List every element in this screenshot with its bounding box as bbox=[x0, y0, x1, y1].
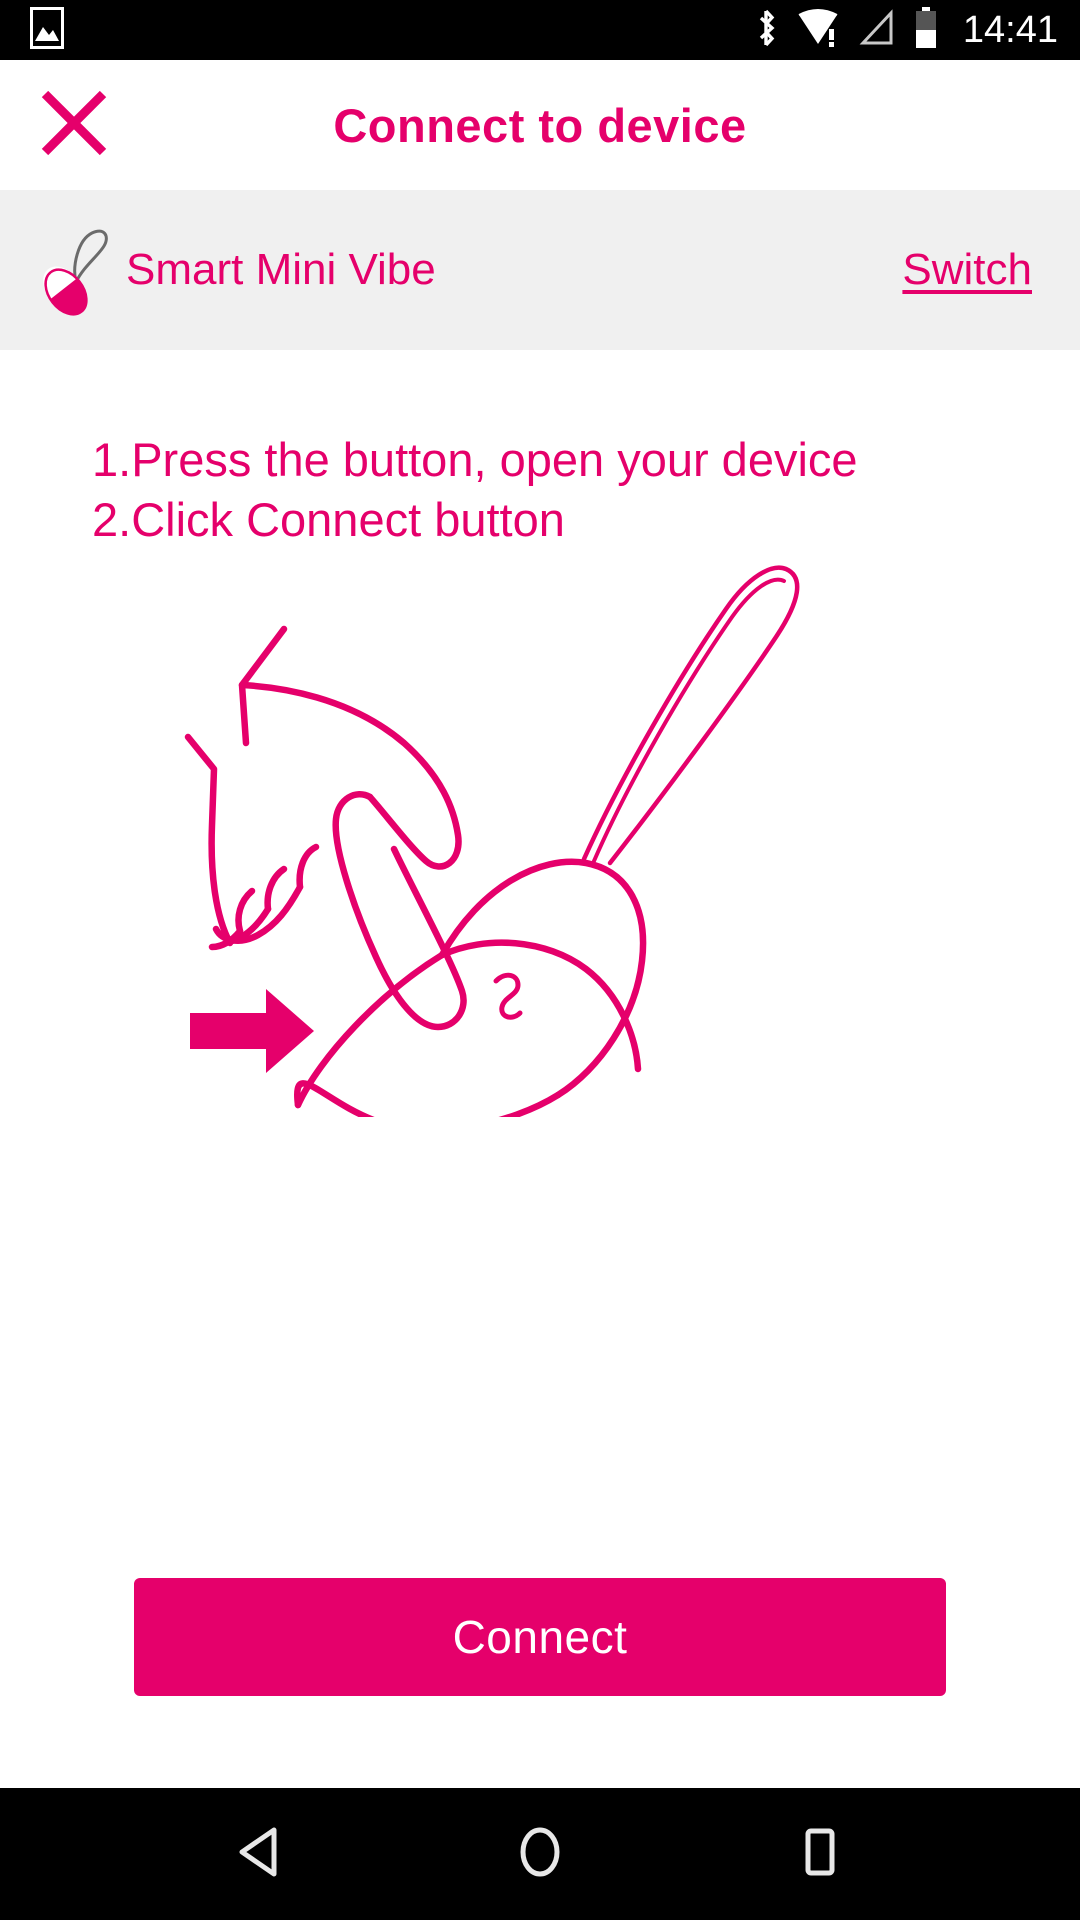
switch-device-link[interactable]: Switch bbox=[902, 245, 1032, 295]
close-x-icon bbox=[37, 86, 111, 165]
nav-recents-button[interactable] bbox=[760, 1804, 880, 1904]
illustration-container bbox=[0, 557, 1080, 1578]
device-row[interactable]: Smart Mini Vibe Switch bbox=[0, 190, 1080, 350]
vibe-device-icon bbox=[26, 220, 118, 320]
status-bar-left bbox=[30, 6, 64, 54]
recents-square-icon bbox=[792, 1822, 848, 1887]
wifi-warning-icon bbox=[795, 7, 841, 54]
instruction-line-2: 2.Click Connect button bbox=[92, 492, 565, 546]
status-bar: 14:41 bbox=[0, 0, 1080, 60]
battery-icon bbox=[913, 6, 939, 55]
bluetooth-icon bbox=[753, 7, 779, 54]
status-time: 14:41 bbox=[962, 9, 1058, 51]
instruction-line-1: 1.Press the button, open your device bbox=[92, 433, 858, 486]
connect-button-area: Connect bbox=[0, 1578, 1080, 1696]
status-bar-right: 14:41 bbox=[753, 6, 1058, 55]
nav-back-button[interactable] bbox=[200, 1804, 320, 1904]
android-nav-bar bbox=[0, 1788, 1080, 1920]
close-button[interactable] bbox=[34, 85, 114, 165]
back-triangle-icon bbox=[232, 1822, 288, 1887]
right-arrow-icon bbox=[190, 989, 314, 1074]
device-name-label: Smart Mini Vibe bbox=[126, 245, 436, 294]
signal-triangle-icon bbox=[857, 7, 897, 54]
page-title: Connect to device bbox=[333, 98, 747, 152]
instructions-block: 1.Press the button, open your device 2.C… bbox=[0, 430, 1080, 549]
press-button-hand-illustration bbox=[184, 565, 800, 1118]
main-content: 1.Press the button, open your device 2.C… bbox=[0, 350, 1080, 1788]
connect-button[interactable]: Connect bbox=[134, 1578, 946, 1696]
app-header: Connect to device bbox=[0, 60, 1080, 190]
image-icon bbox=[30, 6, 64, 54]
home-circle-icon bbox=[512, 1822, 568, 1887]
nav-home-button[interactable] bbox=[480, 1804, 600, 1904]
phone-screen: 14:41 Connect to device Smart Mini Vibe … bbox=[0, 0, 1080, 1920]
